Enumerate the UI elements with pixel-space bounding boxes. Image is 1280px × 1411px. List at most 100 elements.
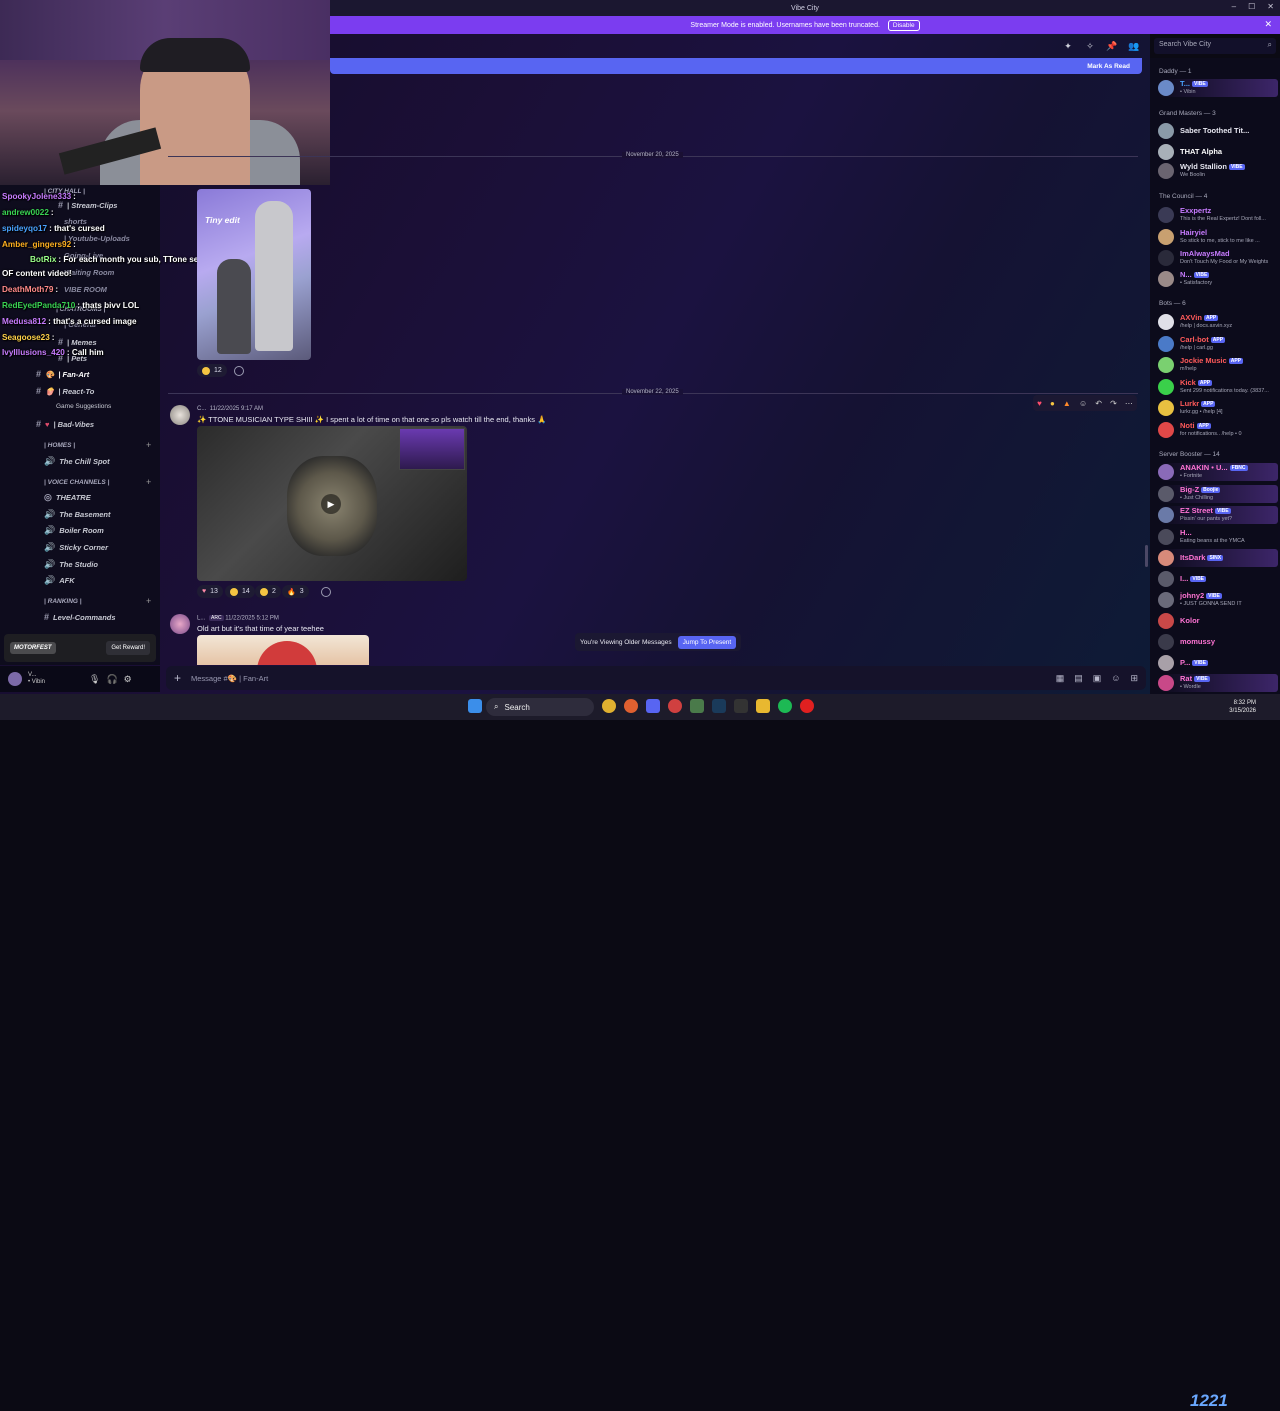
member-item[interactable]: Kolor [1158,612,1278,630]
react-heart-icon[interactable]: ♥ [1037,399,1042,408]
member-item[interactable]: EZ Street VIBE Pissin' our pants yet? [1158,506,1278,524]
members-icon[interactable]: 👥 [1128,40,1140,52]
member-item[interactable]: AXVin APP/help | docs.axvin.xyz [1158,313,1278,331]
maximize-icon[interactable]: ☐ [1248,2,1255,11]
reaction-button[interactable]: ♥ 13 [197,585,223,598]
search-input[interactable]: Search Vibe City ⌕ [1154,38,1276,54]
app-icon[interactable] [668,699,682,713]
channel-sticky-corner[interactable]: 🔊 Sticky Corner [44,542,108,553]
spotify-icon[interactable] [778,699,792,713]
channel-theatre[interactable]: ◎ THEATRE [44,492,91,503]
member-item[interactable]: P... VIBE [1158,654,1278,672]
channel-boiler-room[interactable]: 🔊 Boiler Room [44,525,104,536]
category-voice[interactable]: | VOICE CHANNELS | [44,479,109,486]
category-homes[interactable]: | HOMES | [44,442,75,449]
member-item[interactable]: Noti APP for notifications.. /help • 0 [1158,421,1278,439]
channel-chill-spot[interactable]: 🔊 The Chill Spot [44,456,110,467]
reaction-button[interactable]: 🔥 3 [282,585,309,598]
sticker-icon[interactable]: ▣ [1093,673,1102,684]
minimize-icon[interactable]: – [1232,2,1236,11]
member-item[interactable]: H... Eating beans at the YMCA [1158,528,1278,546]
discord-icon[interactable] [646,699,660,713]
thread-game-suggestions[interactable]: Game Suggestions [56,403,111,410]
member-item[interactable]: Exxpertz This is the Real Expertz! Dont f… [1158,206,1278,224]
member-item[interactable]: johny2 VIBE • JUST GONNA SEND IT [1158,591,1278,609]
member-item[interactable]: ImAlwaysMad Don't Touch My Food or My Wei… [1158,249,1278,267]
system-clock[interactable]: 8:32 PM 3/15/2026 [1229,699,1256,715]
close-banner-icon[interactable]: ✕ [1264,19,1272,30]
user-avatar[interactable] [8,672,22,686]
add-reaction-icon[interactable] [234,366,244,376]
avatar[interactable] [170,614,190,634]
member-item[interactable]: ANAKIN • U... FBNC • Fortnite [1158,463,1278,481]
attachment-image[interactable]: Tiny edit [197,189,311,360]
obs-icon[interactable] [800,699,814,713]
close-icon[interactable]: ✕ [1267,2,1274,11]
threads-icon[interactable]: ✦ [1062,40,1074,52]
channel-afk[interactable]: 🔊 AFK [44,575,75,586]
reaction-button[interactable]: 2 [255,585,281,598]
more-icon[interactable]: ⋯ [1125,399,1133,408]
windows-start-icon[interactable] [468,699,482,713]
reaction-button[interactable]: 14 [225,585,255,598]
message-composer[interactable]: + Message #🎨 | Fan-Art ▦ ▤ ▣ ☺ ⊞ [166,666,1146,690]
promo-banner[interactable]: MOTORFEST Get Reward! [4,634,156,662]
apps-icon[interactable]: ⊞ [1130,673,1138,684]
scrollbar[interactable] [1145,545,1148,567]
member-item[interactable]: ItsDark SINX [1158,549,1278,567]
taskbar-search[interactable]: ⌕ Search [486,698,594,716]
mark-as-read-bar[interactable]: Mark As Read [330,58,1142,74]
add-channel-icon[interactable]: + [146,596,151,606]
category-ranking[interactable]: | RANKING | [44,598,82,605]
gif-icon[interactable]: ▤ [1074,673,1083,684]
avatar[interactable] [170,405,190,425]
reaction-button[interactable]: 12 [197,364,227,377]
emoji-icon[interactable]: ☺ [1111,673,1120,684]
settings-icon[interactable]: ⚙ [124,674,132,685]
add-reaction-icon[interactable]: ☺ [1079,399,1087,408]
member-item[interactable]: Carl-bot APP/help | carl.gg [1158,335,1278,353]
steam-icon[interactable] [712,699,726,713]
member-item[interactable]: Lurkr APP lurkr.gg • /help [4] [1158,399,1278,417]
react-fire-icon[interactable]: ▲ [1063,399,1071,408]
member-item[interactable]: THAT Alpha [1158,143,1278,161]
microphone-icon[interactable]: 🎙 [89,674,100,685]
channel-studio[interactable]: 🔊 The Studio [44,559,98,570]
channel-basement[interactable]: 🔊 The Basement [44,509,111,520]
disable-button[interactable]: Disable [887,19,920,31]
member-item[interactable]: Wyld Stallion VIBE We Boolin [1158,162,1278,180]
channel-fan-art[interactable]: # 🎨 | Fan-Art [36,369,89,379]
gift-icon[interactable]: ▦ [1056,673,1065,684]
channel-vibe-room[interactable]: VIBE ROOM [64,285,107,294]
member-item[interactable]: Hairyiel So stick to me, stick to me like… [1158,228,1278,246]
headphones-icon[interactable]: 🎧 [106,674,117,685]
member-item[interactable]: Kick APP Sent 299 notifications today. (38… [1158,378,1278,396]
play-icon[interactable]: ▶ [321,494,341,514]
add-channel-icon[interactable]: + [146,477,151,487]
attachment-video[interactable]: ▶ [197,426,467,581]
member-item[interactable]: T... VIBE • Vibin [1158,79,1278,97]
member-item[interactable]: Rat VIBE • Wordle [1158,674,1278,692]
terminal-icon[interactable] [734,699,748,713]
member-item[interactable]: momussy [1158,633,1278,651]
forward-icon[interactable]: ↷ [1110,399,1117,408]
firefox-icon[interactable] [624,699,638,713]
pin-icon[interactable]: 📌 [1106,40,1118,52]
get-reward-button[interactable]: Get Reward! [106,641,150,655]
member-item[interactable]: Jockie Music APP m!help [1158,356,1278,374]
member-item[interactable]: I... VIBE [1158,570,1278,588]
chrome-icon[interactable] [602,699,616,713]
channel-stream-clips[interactable]: # | Stream-Clips [58,200,117,210]
add-reaction-icon[interactable] [321,587,331,597]
message-author[interactable]: L... [197,616,205,622]
attachment-image[interactable] [197,635,369,665]
message-author[interactable]: C... [197,406,206,412]
channel-level-commands[interactable]: # Level-Commands [44,612,116,622]
folder-icon[interactable] [756,699,770,713]
channel-memes[interactable]: # | Memes [58,337,97,347]
notification-icon[interactable]: ✧ [1084,40,1096,52]
add-attachment-icon[interactable]: + [174,671,181,685]
reply-icon[interactable]: ↶ [1095,399,1102,408]
member-item[interactable]: Saber Toothed Tit... [1158,122,1278,140]
app-icon[interactable] [690,699,704,713]
